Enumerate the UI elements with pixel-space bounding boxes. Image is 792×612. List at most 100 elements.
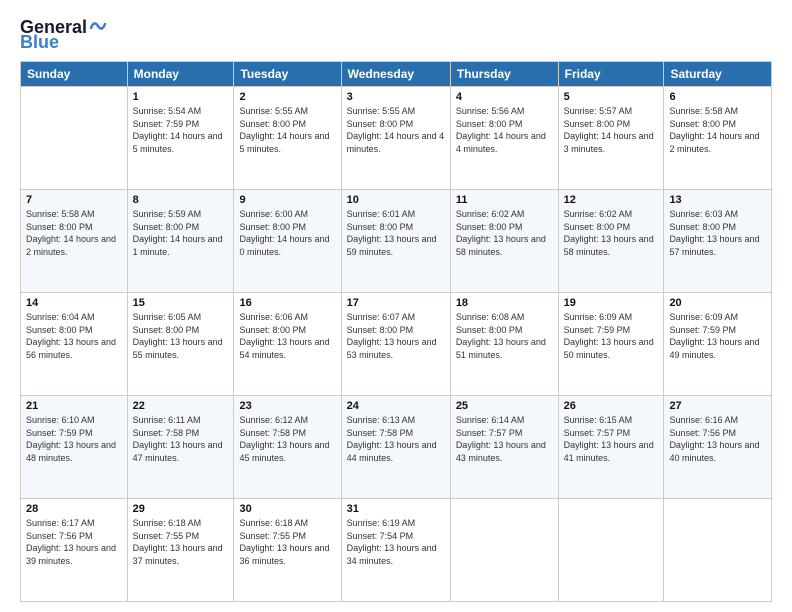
day-cell: 23 Sunrise: 6:12 AMSunset: 7:58 PMDayligh… xyxy=(234,396,341,499)
day-cell: 15Sunrise: 6:05 AMSunset: 8:00 PMDayligh… xyxy=(127,293,234,396)
day-cell: 29Sunrise: 6:18 AMSunset: 7:55 PMDayligh… xyxy=(127,499,234,602)
day-number: 16 xyxy=(239,297,335,309)
day-cell: 20Sunrise: 6:09 AMSunset: 7:59 PMDayligh… xyxy=(664,293,772,396)
day-number: 21 xyxy=(26,400,122,412)
weekday-header-thursday: Thursday xyxy=(450,62,558,87)
day-info: Sunrise: 6:07 AMSunset: 8:00 PMDaylight:… xyxy=(347,311,445,361)
day-number: 3 xyxy=(347,91,445,103)
day-cell: 4Sunrise: 5:56 AMSunset: 8:00 PMDaylight… xyxy=(450,87,558,190)
day-cell: 21 Sunrise: 6:10 AMSunset: 7:59 PMDayligh… xyxy=(21,396,128,499)
day-number: 22 xyxy=(133,400,229,412)
day-info: Sunrise: 6:13 AMSunset: 7:58 PMDaylight:… xyxy=(347,414,445,464)
day-info: Sunrise: 6:09 AMSunset: 7:59 PMDaylight:… xyxy=(564,311,659,361)
day-info: Sunrise: 5:54 AMSunset: 7:59 PMDaylight:… xyxy=(133,105,229,155)
weekday-header-friday: Friday xyxy=(558,62,664,87)
day-info: Sunrise: 6:08 AMSunset: 8:00 PMDaylight:… xyxy=(456,311,553,361)
day-cell: 27 Sunrise: 6:16 AMSunset: 7:56 PMDayligh… xyxy=(664,396,772,499)
day-info: Sunrise: 5:55 AMSunset: 8:00 PMDaylight:… xyxy=(347,105,445,155)
day-number: 14 xyxy=(26,297,122,309)
day-info: Sunrise: 5:55 AMSunset: 8:00 PMDaylight:… xyxy=(239,105,335,155)
day-number: 7 xyxy=(26,194,122,206)
day-cell: 16Sunrise: 6:06 AMSunset: 8:00 PMDayligh… xyxy=(234,293,341,396)
weekday-header-wednesday: Wednesday xyxy=(341,62,450,87)
day-info: Sunrise: 6:04 AMSunset: 8:00 PMDaylight:… xyxy=(26,311,122,361)
day-info: Sunrise: 6:10 AMSunset: 7:59 PMDaylight:… xyxy=(26,414,122,464)
weekday-header-row: SundayMondayTuesdayWednesdayThursdayFrid… xyxy=(21,62,772,87)
day-number: 19 xyxy=(564,297,659,309)
day-number: 5 xyxy=(564,91,659,103)
day-info: Sunrise: 6:03 AMSunset: 8:00 PMDaylight:… xyxy=(669,208,766,258)
day-cell: 30 Sunrise: 6:18 AMSunset: 7:55 PMDayligh… xyxy=(234,499,341,602)
day-number: 30 xyxy=(239,503,335,515)
page: General Blue SundayMondayTuesdayWednesda… xyxy=(0,0,792,612)
day-number: 28 xyxy=(26,503,122,515)
day-info: Sunrise: 6:16 AMSunset: 7:56 PMDaylight:… xyxy=(669,414,766,464)
day-info: Sunrise: 5:57 AMSunset: 8:00 PMDaylight:… xyxy=(564,105,659,155)
day-info: Sunrise: 6:18 AMSunset: 7:55 PMDaylight:… xyxy=(239,517,335,567)
day-cell: 8 Sunrise: 5:59 AMSunset: 8:00 PMDaylight… xyxy=(127,190,234,293)
week-row-1: 1 Sunrise: 5:54 AMSunset: 7:59 PMDaylight… xyxy=(21,87,772,190)
day-number: 17 xyxy=(347,297,445,309)
day-number: 11 xyxy=(456,194,553,206)
day-cell: 25 Sunrise: 6:14 AMSunset: 7:57 PMDayligh… xyxy=(450,396,558,499)
day-cell: 24 Sunrise: 6:13 AMSunset: 7:58 PMDayligh… xyxy=(341,396,450,499)
logo-blue: Blue xyxy=(20,32,59,53)
day-cell: 9 Sunrise: 6:00 AMSunset: 8:00 PMDaylight… xyxy=(234,190,341,293)
day-number: 27 xyxy=(669,400,766,412)
day-info: Sunrise: 5:58 AMSunset: 8:00 PMDaylight:… xyxy=(26,208,122,258)
day-cell: 18 Sunrise: 6:08 AMSunset: 8:00 PMDayligh… xyxy=(450,293,558,396)
day-number: 25 xyxy=(456,400,553,412)
day-number: 8 xyxy=(133,194,229,206)
day-cell: 1 Sunrise: 5:54 AMSunset: 7:59 PMDaylight… xyxy=(127,87,234,190)
day-number: 9 xyxy=(239,194,335,206)
day-number: 18 xyxy=(456,297,553,309)
day-cell: 7 Sunrise: 5:58 AMSunset: 8:00 PMDaylight… xyxy=(21,190,128,293)
day-number: 23 xyxy=(239,400,335,412)
day-info: Sunrise: 5:58 AMSunset: 8:00 PMDaylight:… xyxy=(669,105,766,155)
day-number: 20 xyxy=(669,297,766,309)
day-info: Sunrise: 6:00 AMSunset: 8:00 PMDaylight:… xyxy=(239,208,335,258)
day-cell: 26 Sunrise: 6:15 AMSunset: 7:57 PMDayligh… xyxy=(558,396,664,499)
header: General Blue xyxy=(20,16,772,53)
day-cell: 2Sunrise: 5:55 AMSunset: 8:00 PMDaylight… xyxy=(234,87,341,190)
day-number: 1 xyxy=(133,91,229,103)
logo-wave-icon xyxy=(89,16,107,34)
day-number: 10 xyxy=(347,194,445,206)
weekday-header-tuesday: Tuesday xyxy=(234,62,341,87)
day-info: Sunrise: 6:14 AMSunset: 7:57 PMDaylight:… xyxy=(456,414,553,464)
day-info: Sunrise: 6:19 AMSunset: 7:54 PMDaylight:… xyxy=(347,517,445,567)
day-cell xyxy=(450,499,558,602)
day-info: Sunrise: 6:11 AMSunset: 7:58 PMDaylight:… xyxy=(133,414,229,464)
weekday-header-monday: Monday xyxy=(127,62,234,87)
day-info: Sunrise: 6:15 AMSunset: 7:57 PMDaylight:… xyxy=(564,414,659,464)
day-cell: 14 Sunrise: 6:04 AMSunset: 8:00 PMDayligh… xyxy=(21,293,128,396)
day-cell: 22 Sunrise: 6:11 AMSunset: 7:58 PMDayligh… xyxy=(127,396,234,499)
day-cell xyxy=(558,499,664,602)
weekday-header-sunday: Sunday xyxy=(21,62,128,87)
day-info: Sunrise: 6:01 AMSunset: 8:00 PMDaylight:… xyxy=(347,208,445,258)
day-number: 4 xyxy=(456,91,553,103)
day-number: 24 xyxy=(347,400,445,412)
logo: General Blue xyxy=(20,16,107,53)
day-cell: 19 Sunrise: 6:09 AMSunset: 7:59 PMDayligh… xyxy=(558,293,664,396)
day-cell: 28Sunrise: 6:17 AMSunset: 7:56 PMDayligh… xyxy=(21,499,128,602)
day-number: 12 xyxy=(564,194,659,206)
day-info: Sunrise: 6:18 AMSunset: 7:55 PMDaylight:… xyxy=(133,517,229,567)
day-number: 31 xyxy=(347,503,445,515)
day-cell: 6 Sunrise: 5:58 AMSunset: 8:00 PMDaylight… xyxy=(664,87,772,190)
day-cell: 10 Sunrise: 6:01 AMSunset: 8:00 PMDayligh… xyxy=(341,190,450,293)
weekday-header-saturday: Saturday xyxy=(664,62,772,87)
day-info: Sunrise: 6:02 AMSunset: 8:00 PMDaylight:… xyxy=(456,208,553,258)
day-number: 6 xyxy=(669,91,766,103)
day-cell: 3 Sunrise: 5:55 AMSunset: 8:00 PMDaylight… xyxy=(341,87,450,190)
day-cell xyxy=(21,87,128,190)
day-cell: 13Sunrise: 6:03 AMSunset: 8:00 PMDayligh… xyxy=(664,190,772,293)
day-number: 26 xyxy=(564,400,659,412)
day-info: Sunrise: 6:12 AMSunset: 7:58 PMDaylight:… xyxy=(239,414,335,464)
day-cell: 12 Sunrise: 6:02 AMSunset: 8:00 PMDayligh… xyxy=(558,190,664,293)
day-info: Sunrise: 5:59 AMSunset: 8:00 PMDaylight:… xyxy=(133,208,229,258)
day-cell: 11 Sunrise: 6:02 AMSunset: 8:00 PMDayligh… xyxy=(450,190,558,293)
calendar-table: SundayMondayTuesdayWednesdayThursdayFrid… xyxy=(20,61,772,602)
week-row-4: 21 Sunrise: 6:10 AMSunset: 7:59 PMDayligh… xyxy=(21,396,772,499)
day-info: Sunrise: 6:02 AMSunset: 8:00 PMDaylight:… xyxy=(564,208,659,258)
